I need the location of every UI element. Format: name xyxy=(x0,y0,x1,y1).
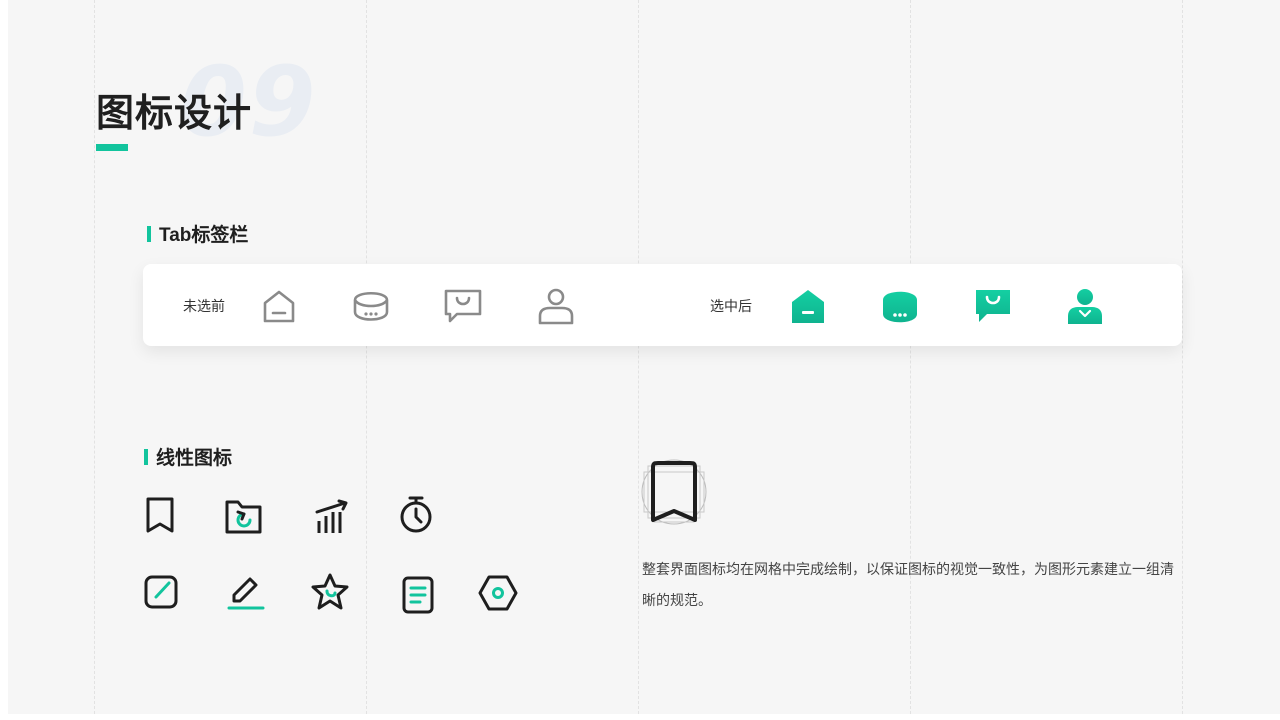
star-icon[interactable] xyxy=(310,572,350,612)
signal-chart-icon[interactable] xyxy=(311,497,351,537)
bookmark-icon[interactable] xyxy=(140,495,180,535)
pencil-icon[interactable] xyxy=(226,571,266,611)
unselected-label: 未选前 xyxy=(183,298,225,314)
stopwatch-icon[interactable] xyxy=(396,495,436,535)
user-icon[interactable] xyxy=(536,286,576,326)
grid-guide-line xyxy=(94,0,95,714)
grid-guide-line xyxy=(366,0,367,714)
page-title: 图标设计 xyxy=(96,93,253,135)
description-text: 整套界面图标均在网格中完成绘制，以保证图标的视觉一致性，为图形元素建立一组清晰的… xyxy=(642,561,1174,608)
tab-bar-card: 未选前 选中后 xyxy=(143,264,1182,346)
heading-accent-bar xyxy=(144,448,148,465)
slide-canvas: 09 图标设计 Tab标签栏 未选前 选中后 线性图标 整套界面图标均在网格中完… xyxy=(8,0,1280,714)
heading-accent-bar xyxy=(147,225,151,242)
shopping-chat-icon[interactable] xyxy=(443,286,483,326)
home-icon[interactable] xyxy=(259,286,299,326)
linear-section-heading: 线性图标 xyxy=(144,443,232,470)
user-filled-icon[interactable] xyxy=(1065,286,1105,326)
grid-guide-line xyxy=(638,0,639,714)
tab-section-heading: Tab标签栏 xyxy=(147,220,248,247)
shopping-chat-filled-icon[interactable] xyxy=(973,286,1013,326)
linear-section-title: 线性图标 xyxy=(156,448,233,469)
document-icon[interactable] xyxy=(398,575,438,615)
folder-refresh-icon[interactable] xyxy=(224,497,264,537)
selected-label: 选中后 xyxy=(710,298,752,314)
message-bubble-filled-icon[interactable] xyxy=(880,286,920,326)
tab-section-title: Tab标签栏 xyxy=(159,225,249,246)
home-filled-icon[interactable] xyxy=(788,286,828,326)
hexagon-nut-icon[interactable] xyxy=(478,573,518,613)
edit-square-icon[interactable] xyxy=(141,572,181,612)
message-bubble-icon[interactable] xyxy=(351,286,391,326)
title-underline xyxy=(96,144,128,151)
bookmark-grid-demo-icon xyxy=(640,458,708,526)
